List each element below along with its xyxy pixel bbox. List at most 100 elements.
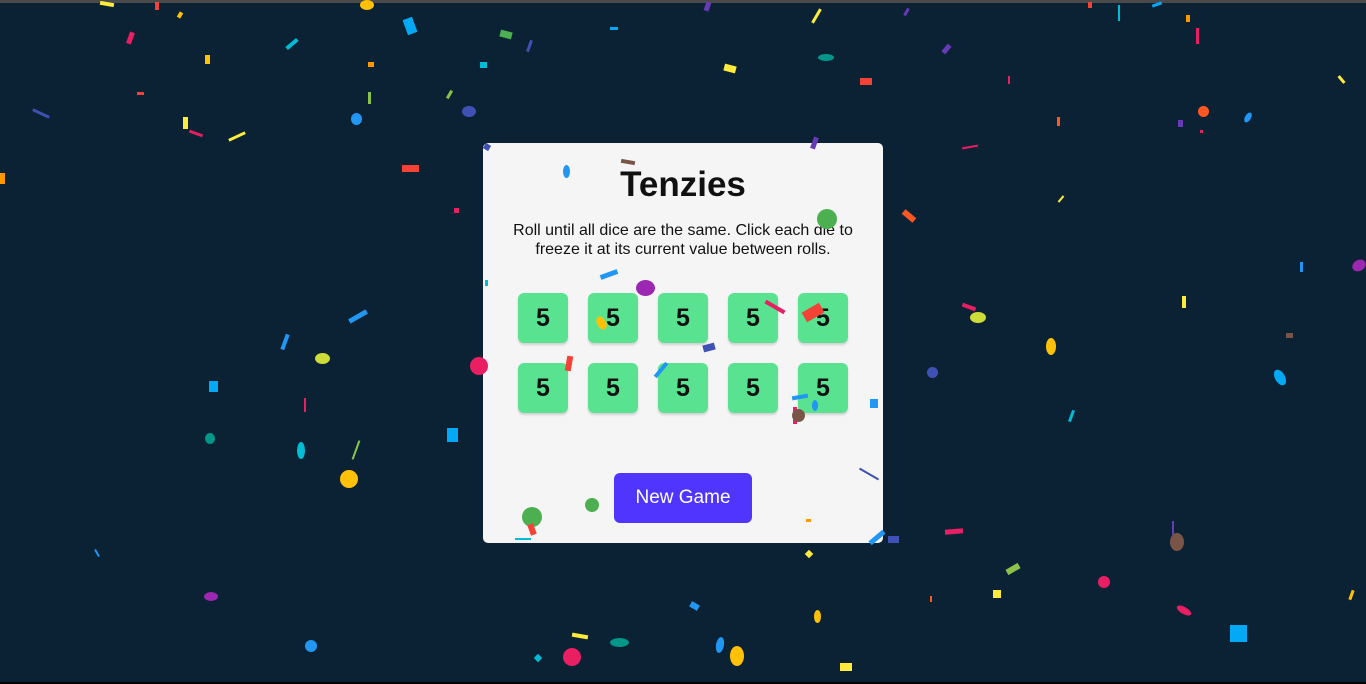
confetti-piece — [804, 549, 814, 559]
confetti-piece — [1286, 333, 1293, 338]
confetti-piece — [205, 433, 215, 444]
confetti-piece — [1196, 28, 1199, 44]
confetti-piece — [1057, 117, 1060, 126]
confetti-piece — [137, 92, 144, 95]
confetti-piece — [351, 113, 362, 125]
confetti-piece — [304, 398, 306, 412]
confetti-piece — [1175, 603, 1193, 618]
confetti-piece — [970, 312, 986, 323]
confetti-piece — [94, 549, 100, 557]
confetti-piece — [888, 536, 899, 543]
confetti-piece — [155, 2, 159, 10]
confetti-piece — [228, 131, 246, 142]
confetti-piece — [1182, 296, 1186, 308]
die-9[interactable]: 5 — [728, 363, 778, 413]
confetti-piece — [944, 528, 964, 535]
confetti-piece — [188, 129, 204, 138]
confetti-piece — [315, 353, 330, 364]
confetti-piece — [183, 117, 188, 129]
confetti-piece — [1178, 120, 1183, 127]
confetti-piece — [1172, 521, 1174, 535]
confetti-piece — [280, 333, 290, 351]
game-card: Tenzies Roll until all dice are the same… — [483, 143, 883, 543]
die-3[interactable]: 5 — [658, 293, 708, 343]
window-top-border — [0, 0, 1366, 3]
game-instructions: Roll until all dice are the same. Click … — [513, 222, 853, 258]
new-game-button[interactable]: New Game — [614, 473, 752, 523]
confetti-piece — [176, 11, 184, 19]
confetti-piece — [351, 440, 361, 460]
confetti-piece — [1348, 589, 1355, 601]
confetti-piece — [610, 638, 629, 647]
confetti-piece — [689, 601, 700, 611]
confetti-piece — [348, 309, 368, 324]
confetti-piece — [1186, 15, 1190, 22]
confetti-piece — [1337, 75, 1346, 84]
confetti-piece — [209, 381, 218, 392]
confetti-piece — [1005, 562, 1021, 576]
game-title: Tenzies — [620, 165, 746, 204]
confetti-piece — [1068, 409, 1075, 423]
confetti-piece — [730, 646, 744, 666]
die-8[interactable]: 5 — [658, 363, 708, 413]
confetti-piece — [1300, 262, 1303, 272]
confetti-piece — [526, 39, 533, 53]
confetti-piece — [402, 16, 418, 36]
confetti-piece — [1170, 533, 1184, 551]
confetti-piece — [901, 209, 917, 223]
confetti-piece — [445, 89, 454, 100]
confetti-piece — [447, 428, 458, 442]
confetti-piece — [814, 610, 821, 623]
confetti-piece — [1200, 130, 1203, 133]
die-2[interactable]: 5 — [588, 293, 638, 343]
confetti-piece — [818, 54, 834, 61]
confetti-piece — [0, 173, 5, 184]
confetti-piece — [1198, 106, 1209, 117]
confetti-piece — [1057, 195, 1065, 203]
confetti-piece — [204, 592, 218, 601]
confetti-piece — [610, 27, 618, 30]
die-10[interactable]: 5 — [798, 363, 848, 413]
confetti-piece — [285, 37, 299, 51]
confetti-piece — [563, 648, 581, 666]
die-5[interactable]: 5 — [798, 293, 848, 343]
confetti-piece — [454, 208, 459, 213]
confetti-piece — [368, 62, 374, 67]
confetti-piece — [297, 442, 305, 459]
confetti-piece — [1008, 76, 1010, 84]
die-6[interactable]: 5 — [518, 363, 568, 413]
confetti-piece — [961, 302, 977, 312]
confetti-piece — [840, 663, 852, 671]
confetti-piece — [533, 653, 543, 663]
confetti-piece — [1230, 625, 1247, 642]
confetti-piece — [714, 636, 726, 654]
confetti-piece — [126, 31, 135, 45]
confetti-piece — [903, 7, 910, 17]
confetti-piece — [811, 8, 822, 24]
confetti-piece — [1271, 367, 1289, 388]
confetti-piece — [32, 108, 50, 119]
die-7[interactable]: 5 — [588, 363, 638, 413]
confetti-piece — [1242, 111, 1254, 124]
confetti-piece — [1046, 338, 1056, 355]
confetti-piece — [402, 165, 419, 172]
confetti-piece — [305, 640, 317, 652]
confetti-piece — [462, 106, 476, 117]
confetti-piece — [993, 590, 1001, 598]
confetti-piece — [723, 63, 737, 74]
confetti-piece — [368, 92, 371, 104]
confetti-piece — [930, 596, 932, 602]
dice-grid: 5 5 5 5 5 5 5 5 5 5 — [518, 293, 848, 413]
confetti-piece — [961, 144, 979, 150]
confetti-piece — [1118, 5, 1120, 21]
confetti-piece — [860, 78, 872, 85]
confetti-piece — [499, 29, 513, 40]
die-1[interactable]: 5 — [518, 293, 568, 343]
confetti-piece — [941, 43, 952, 55]
confetti-piece — [1350, 257, 1366, 274]
die-4[interactable]: 5 — [728, 293, 778, 343]
confetti-piece — [571, 632, 589, 640]
confetti-piece — [1098, 576, 1110, 588]
confetti-piece — [340, 470, 358, 488]
confetti-piece — [927, 367, 938, 378]
